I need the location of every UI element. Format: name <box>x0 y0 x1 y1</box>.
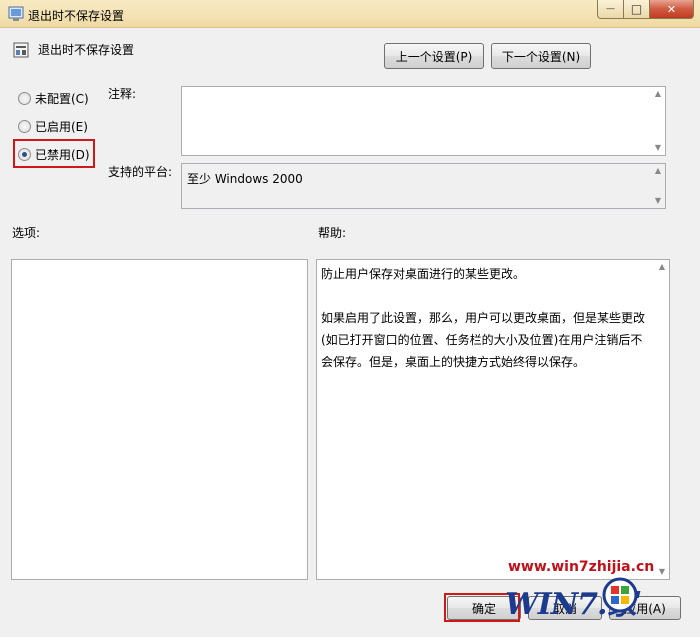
scroll-up-arrow-icon[interactable]: ▲ <box>659 260 665 274</box>
scroll-down-arrow-icon[interactable]: ▼ <box>655 194 661 208</box>
previous-setting-button[interactable]: 上一个设置(P) <box>384 43 484 69</box>
highlight-box-disabled <box>13 139 95 168</box>
platform-field: 至少 Windows 2000 ▲ ▼ <box>181 163 666 209</box>
help-label: 帮助: <box>318 226 347 240</box>
policy-name: 退出时不保存设置 <box>38 43 135 57</box>
radio-button[interactable] <box>18 92 31 105</box>
next-setting-button[interactable]: 下一个设置(N) <box>491 43 591 69</box>
options-panel <box>11 259 308 580</box>
comment-scrollbar[interactable]: ▲ ▼ <box>651 87 665 155</box>
scroll-up-arrow-icon[interactable]: ▲ <box>655 164 661 178</box>
platform-value: 至少 Windows 2000 <box>187 172 303 186</box>
scroll-down-arrow-icon[interactable]: ▼ <box>655 141 661 155</box>
help-scrollbar[interactable]: ▲ ▼ <box>655 260 669 579</box>
options-label: 选项: <box>12 226 41 240</box>
radio-label: 已启用(E) <box>35 120 88 134</box>
minimize-icon: — <box>606 4 615 14</box>
comment-textarea[interactable]: ▲ ▼ <box>181 86 666 156</box>
maximize-button[interactable]: □ <box>624 0 650 19</box>
radio-button[interactable] <box>18 120 31 133</box>
radio-enabled[interactable]: 已启用(E) <box>18 118 88 135</box>
policy-setting-icon <box>13 42 29 58</box>
scroll-up-arrow-icon[interactable]: ▲ <box>655 87 661 101</box>
maximize-icon: □ <box>630 2 643 16</box>
close-icon: ✕ <box>666 2 677 16</box>
comment-value <box>182 87 665 93</box>
window-title: 退出时不保存设置 <box>28 9 125 23</box>
comment-label: 注释: <box>108 87 137 101</box>
title-bar[interactable]: 退出时不保存设置 — □ ✕ <box>0 0 700 28</box>
help-panel: 防止用户保存对桌面进行的某些更改。 如果启用了此设置，那么，用户可以更改桌面，但… <box>316 259 670 580</box>
policy-window-icon <box>8 6 24 21</box>
watermark: www.win7zhijia.cn WIN7.家 <box>500 555 700 637</box>
radio-not-configured[interactable]: 未配置(C) <box>18 90 89 107</box>
close-button[interactable]: ✕ <box>650 0 694 19</box>
minimize-button[interactable]: — <box>597 0 624 19</box>
platform-label: 支持的平台: <box>108 165 173 179</box>
windows-flag-icon <box>602 577 638 613</box>
platform-scrollbar[interactable]: ▲ ▼ <box>651 164 665 208</box>
radio-label: 未配置(C) <box>35 92 89 106</box>
help-text: 防止用户保存对桌面进行的某些更改。 如果启用了此设置，那么，用户可以更改桌面，但… <box>321 267 646 369</box>
watermark-url: www.win7zhijia.cn <box>508 559 655 575</box>
